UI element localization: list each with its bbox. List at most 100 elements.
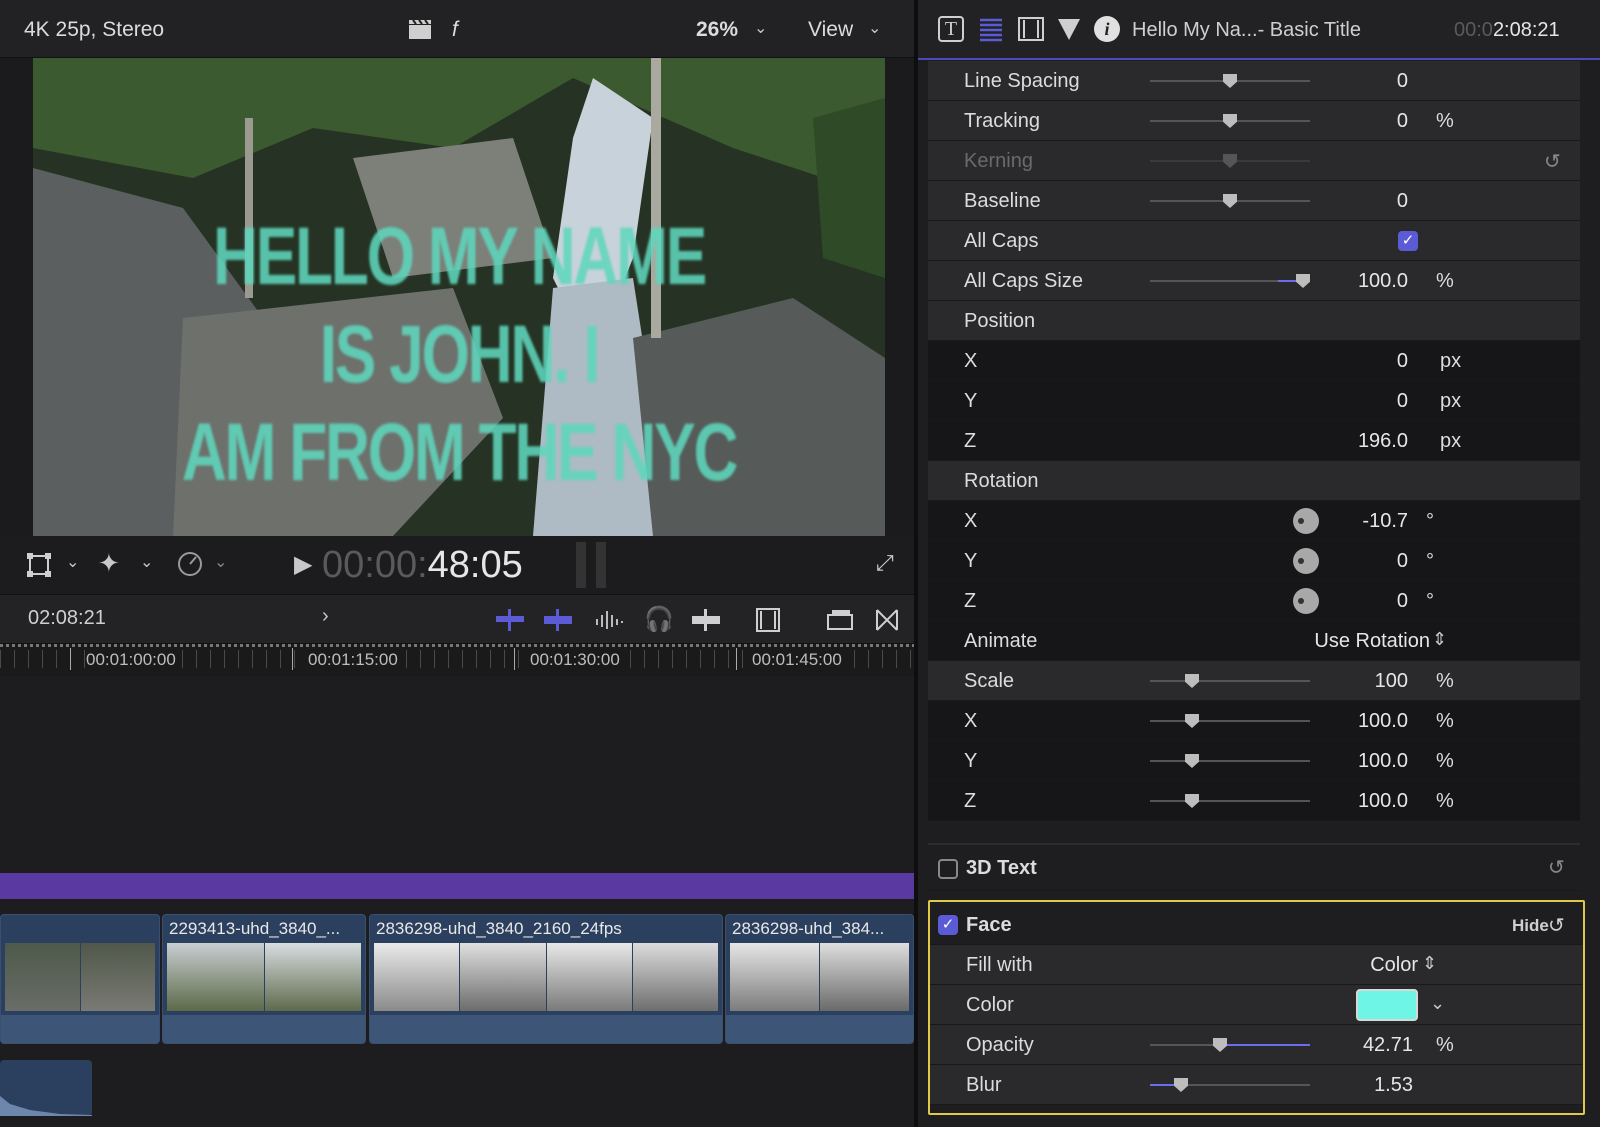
transform-icon[interactable] xyxy=(26,552,52,583)
clapper-icon[interactable] xyxy=(408,18,432,40)
transitions-icon[interactable] xyxy=(874,607,900,638)
rotation-dial[interactable] xyxy=(1293,508,1319,534)
row-value[interactable]: 0 xyxy=(1397,590,1408,613)
audio-clip[interactable] xyxy=(0,1060,92,1116)
row-value[interactable]: 0 xyxy=(1397,190,1408,213)
row-value[interactable]: 100.0 xyxy=(1358,270,1408,293)
row-value[interactable]: 0 xyxy=(1397,390,1408,413)
viewer-timecode[interactable]: 00:00:48:05 xyxy=(322,544,523,587)
scale-y-slider[interactable] xyxy=(1150,754,1310,768)
face-checkbox[interactable]: ✓ xyxy=(938,915,958,935)
ruler-label: 00:01:45:00 xyxy=(752,650,842,670)
row-value[interactable]: -10.7 xyxy=(1362,510,1408,533)
headphones-icon[interactable]: 🎧 xyxy=(644,605,674,634)
fill-with-popup[interactable]: Color xyxy=(1370,954,1418,977)
row-label: X xyxy=(964,350,978,372)
slider-knob[interactable] xyxy=(1185,754,1199,768)
video-inspector-icon[interactable] xyxy=(1018,16,1044,47)
scale-slider[interactable] xyxy=(1150,674,1310,688)
magic-wand-icon[interactable]: ✦ xyxy=(98,548,120,579)
row-value[interactable]: 100.0 xyxy=(1358,790,1408,813)
3d-text-checkbox[interactable] xyxy=(938,859,958,879)
reset-icon[interactable]: ↺ xyxy=(1548,913,1565,938)
timeline-view-icon[interactable] xyxy=(826,607,854,638)
view-menu[interactable]: View xyxy=(808,18,853,42)
timeline-clip[interactable] xyxy=(0,914,160,1044)
rotation-dial[interactable] xyxy=(1293,588,1319,614)
chevron-right-icon[interactable]: › xyxy=(322,605,329,628)
opacity-slider[interactable] xyxy=(1150,1038,1310,1052)
slider-knob[interactable] xyxy=(1174,1078,1188,1092)
scale-z-slider[interactable] xyxy=(1150,794,1310,808)
film-strip-icon[interactable] xyxy=(756,607,780,638)
updown-chevron-icon[interactable]: ⇕ xyxy=(1422,953,1437,974)
row-value[interactable]: 0 xyxy=(1397,550,1408,573)
color-inspector-icon[interactable] xyxy=(1056,16,1082,47)
zoom-level[interactable]: 26% xyxy=(696,18,738,42)
scale-x-slider[interactable] xyxy=(1150,714,1310,728)
row-unit: % xyxy=(1436,750,1454,772)
info-icon[interactable]: i xyxy=(1094,16,1120,42)
row-value[interactable]: 42.71 xyxy=(1363,1034,1413,1057)
baseline-slider[interactable] xyxy=(1150,194,1310,208)
row-value[interactable]: 1.53 xyxy=(1374,1074,1413,1097)
reset-icon[interactable]: ↺ xyxy=(1548,855,1565,880)
speed-chevron-icon[interactable]: ⌄ xyxy=(214,552,227,572)
transform-chevron-icon[interactable]: ⌄ xyxy=(66,552,79,572)
slider-knob[interactable] xyxy=(1185,794,1199,808)
slider-knob[interactable] xyxy=(1296,274,1310,288)
speed-icon[interactable] xyxy=(176,550,204,583)
play-icon[interactable]: ▶ xyxy=(294,550,312,579)
video-preview[interactable]: HELLO MY NAME IS JOHN. I AM FROM THE NYC xyxy=(33,58,885,536)
timeline-clip[interactable]: 2836298-uhd_3840_2160_24fps xyxy=(369,914,723,1044)
row-value[interactable]: 0 xyxy=(1397,110,1408,133)
title-inspector-icon[interactable] xyxy=(978,16,1004,47)
view-chevron-icon[interactable]: ⌄ xyxy=(868,18,881,38)
timeline-clip[interactable]: 2836298-uhd_384... xyxy=(725,914,914,1044)
timeline-clip[interactable]: 2293413-uhd_3840_... xyxy=(162,914,366,1044)
rotation-dial[interactable] xyxy=(1293,548,1319,574)
enhance-chevron-icon[interactable]: ⌄ xyxy=(140,552,153,572)
slider-knob[interactable] xyxy=(1223,114,1237,128)
tracking-slider[interactable] xyxy=(1150,114,1310,128)
clip-thumbnails xyxy=(730,943,909,1011)
text-inspector-icon[interactable]: T xyxy=(938,16,964,42)
row-value[interactable]: 0 xyxy=(1397,70,1408,93)
f-label[interactable]: f xyxy=(452,18,458,42)
slider-knob[interactable] xyxy=(1223,74,1237,88)
zoom-chevron-icon[interactable]: ⌄ xyxy=(754,18,767,38)
hide-button[interactable]: Hide xyxy=(1512,916,1549,936)
line-spacing-slider[interactable] xyxy=(1150,74,1310,88)
blur-slider[interactable] xyxy=(1150,1078,1310,1092)
row-value[interactable]: 100 xyxy=(1375,670,1408,693)
title-overlay[interactable]: HELLO MY NAME IS JOHN. I AM FROM THE NYC xyxy=(135,208,783,502)
title-clip-band[interactable] xyxy=(0,873,914,899)
clip-appearance-icon[interactable] xyxy=(494,607,526,638)
timeline-ruler[interactable]: 00:01:00:00 00:01:15:00 00:01:30:00 00:0… xyxy=(0,644,914,676)
audio-skimming-icon[interactable] xyxy=(594,607,624,638)
timeline-toolbar: 02:08:21 › 🎧 xyxy=(0,594,914,644)
chevron-down-icon[interactable]: ⌄ xyxy=(1430,993,1445,1014)
solo-icon[interactable] xyxy=(690,607,722,638)
slider-knob[interactable] xyxy=(1185,674,1199,688)
row-value[interactable]: 0 xyxy=(1397,350,1408,373)
reset-icon[interactable]: ↺ xyxy=(1544,149,1561,174)
animate-popup[interactable]: Use Rotation xyxy=(1314,630,1430,653)
timeline-area[interactable] xyxy=(0,676,914,1127)
slider-knob[interactable] xyxy=(1185,714,1199,728)
row-value[interactable]: 196.0 xyxy=(1358,430,1408,453)
updown-chevron-icon[interactable]: ⇕ xyxy=(1432,629,1447,650)
color-swatch[interactable] xyxy=(1356,989,1418,1021)
row-value[interactable]: 100.0 xyxy=(1358,750,1408,773)
snapping-icon[interactable] xyxy=(542,607,574,638)
slider-knob[interactable] xyxy=(1213,1038,1227,1052)
row-value[interactable]: 100.0 xyxy=(1358,710,1408,733)
all-caps-size-slider[interactable] xyxy=(1150,274,1310,288)
section-label: 3D Text xyxy=(966,857,1037,879)
slider-knob xyxy=(1223,154,1237,168)
all-caps-checkbox[interactable]: ✓ xyxy=(1398,231,1418,251)
fullscreen-icon[interactable]: ⤢ xyxy=(876,550,894,576)
inspector-title: Hello My Na...- Basic Title xyxy=(1132,19,1361,41)
slider-knob[interactable] xyxy=(1223,194,1237,208)
row-animate: Animate Use Rotation ⇕ xyxy=(928,621,1580,661)
